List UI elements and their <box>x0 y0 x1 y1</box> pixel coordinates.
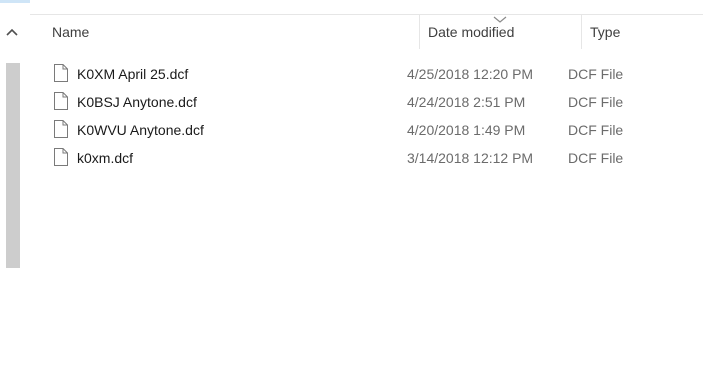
scrollbar-thumb[interactable] <box>6 63 20 268</box>
sort-descending-icon <box>493 16 507 23</box>
file-row[interactable]: k0xm.dcf 3/14/2018 12:12 PM DCF File <box>46 144 686 172</box>
file-icon <box>54 64 68 82</box>
file-name: K0WVU Anytone.dcf <box>77 122 204 138</box>
column-header-type-label: Type <box>590 24 621 40</box>
vertical-scrollbar[interactable] <box>0 15 22 375</box>
file-row[interactable]: K0BSJ Anytone.dcf 4/24/2018 2:51 PM DCF … <box>46 88 686 116</box>
file-icon <box>54 92 68 110</box>
file-type: DCF File <box>568 94 624 110</box>
file-type: DCF File <box>568 150 624 166</box>
chevron-up-icon[interactable] <box>6 27 18 37</box>
column-header-name-label: Name <box>52 24 90 40</box>
file-name: k0xm.dcf <box>77 150 134 166</box>
file-icon <box>54 148 68 166</box>
file-name: K0BSJ Anytone.dcf <box>77 94 197 110</box>
column-header-name[interactable]: Name <box>44 15 420 49</box>
column-header-row: Name Date modified Type <box>22 15 703 49</box>
file-date-modified: 4/25/2018 12:20 PM <box>407 66 534 82</box>
tab-indicator <box>0 0 30 3</box>
column-header-date-modified[interactable]: Date modified <box>420 15 582 49</box>
file-row[interactable]: K0WVU Anytone.dcf 4/20/2018 1:49 PM DCF … <box>46 116 686 144</box>
column-header-type[interactable]: Type <box>582 15 703 49</box>
file-date-modified: 4/20/2018 1:49 PM <box>407 122 526 138</box>
file-type: DCF File <box>568 66 624 82</box>
file-list: K0XM April 25.dcf 4/25/2018 12:20 PM DCF… <box>46 60 686 172</box>
file-icon <box>54 120 68 138</box>
file-type: DCF File <box>568 122 624 138</box>
file-date-modified: 4/24/2018 2:51 PM <box>407 94 526 110</box>
file-date-modified: 3/14/2018 12:12 PM <box>407 150 534 166</box>
file-name: K0XM April 25.dcf <box>77 66 189 82</box>
file-row[interactable]: K0XM April 25.dcf 4/25/2018 12:20 PM DCF… <box>46 60 686 88</box>
column-header-date-modified-label: Date modified <box>428 24 515 40</box>
